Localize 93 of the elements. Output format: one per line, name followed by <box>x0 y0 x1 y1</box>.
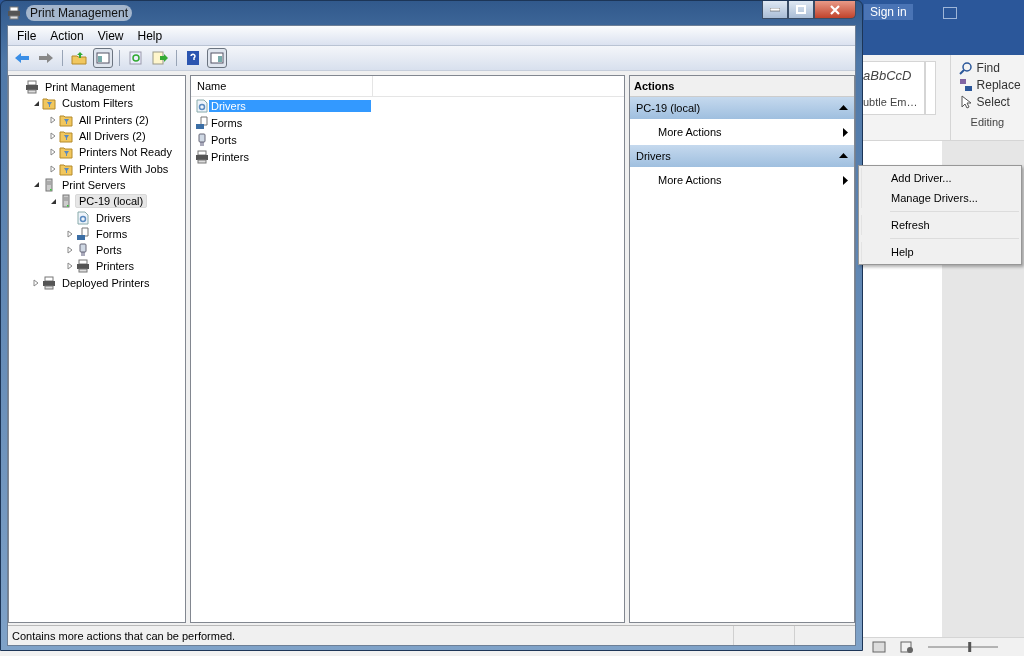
refresh-icon <box>129 51 143 65</box>
zoom-slider[interactable] <box>928 641 998 653</box>
pane-title: Actions <box>630 76 854 97</box>
filter-folder-icon <box>59 129 73 144</box>
action-item[interactable]: More Actions <box>630 167 854 193</box>
menu-item[interactable]: File <box>10 28 44 43</box>
printer-icon <box>7 6 21 20</box>
show-tree-button[interactable] <box>93 48 113 68</box>
sign-in-button[interactable]: Sign in <box>864 4 913 20</box>
menu-item[interactable]: Refresh <box>861 215 1019 235</box>
print-layout-icon[interactable] <box>872 641 886 653</box>
collapse-arrow-icon[interactable] <box>839 153 848 159</box>
list-item[interactable]: Printers <box>209 150 371 163</box>
maximize-button[interactable] <box>788 1 814 19</box>
minimize-button[interactable] <box>762 1 788 19</box>
menu-item[interactable]: Add Driver... <box>861 168 1019 188</box>
export-button[interactable] <box>150 48 170 68</box>
replace-icon <box>958 78 973 92</box>
section-header[interactable]: PC-19 (local) <box>630 97 854 119</box>
close-button[interactable] <box>814 1 856 19</box>
menu-item[interactable]: Help <box>130 28 170 43</box>
tree-item[interactable]: All Drivers (2) <box>75 129 150 144</box>
slider-thumb[interactable] <box>968 642 972 652</box>
tree-item[interactable]: PC-19 (local) <box>75 194 148 209</box>
ribbon-button[interactable]: Select <box>958 95 1024 109</box>
forms-icon <box>76 226 90 241</box>
expanded-arrow-icon[interactable] <box>32 99 40 107</box>
tree-item[interactable]: Ports <box>92 243 126 258</box>
expanded-arrow-icon[interactable] <box>32 181 40 189</box>
export-icon <box>152 51 168 65</box>
ribbon-button[interactable]: Find <box>958 61 1024 75</box>
forms-icon <box>195 115 209 130</box>
plug-icon <box>76 243 90 258</box>
help-icon <box>186 50 200 66</box>
group-label: Editing <box>969 116 1006 128</box>
server-icon <box>59 194 73 209</box>
style-preview: ubtle Em… <box>863 95 919 108</box>
column-header[interactable]: Name <box>191 76 373 96</box>
menu-item[interactable]: Manage Drivers... <box>861 188 1019 208</box>
tree-item[interactable]: All Printers (2) <box>75 112 153 127</box>
submenu-arrow-icon <box>843 127 848 137</box>
filter-folder-icon <box>42 96 56 111</box>
ribbon-button[interactable]: Replace <box>958 78 1024 92</box>
collapse-arrow-icon[interactable] <box>839 105 848 111</box>
show-action-pane-button[interactable] <box>207 48 227 68</box>
folder-up-icon <box>71 51 87 65</box>
action-item[interactable]: More Actions <box>630 119 854 145</box>
style-preview: aBbCcD <box>863 68 913 84</box>
filter-folder-icon <box>59 112 73 127</box>
forward-arrow-icon <box>38 52 54 64</box>
list-item[interactable]: Forms <box>209 116 371 129</box>
list-item[interactable]: Ports <box>209 133 371 146</box>
tree-item[interactable]: Custom Filters <box>58 96 137 111</box>
tree-item[interactable]: Drivers <box>92 210 135 225</box>
status-text: Contains more actions that can be performed. <box>11 629 237 642</box>
minimize-icon <box>770 7 780 12</box>
expanded-arrow-icon[interactable] <box>49 197 57 205</box>
collapsed-arrow-icon[interactable] <box>33 278 39 287</box>
close-icon <box>830 4 840 15</box>
menu-item[interactable]: Action <box>43 28 91 43</box>
section-title: PC-19 (local) <box>636 102 701 114</box>
section-header[interactable]: Drivers <box>630 145 854 167</box>
plug-icon <box>195 132 209 147</box>
printer-icon <box>42 275 56 290</box>
menu-item[interactable]: Help <box>861 242 1019 262</box>
filter-folder-icon <box>59 145 73 160</box>
printer-icon <box>76 259 90 274</box>
window-title: Print Management <box>26 5 133 21</box>
tree-item[interactable]: Printers With Jobs <box>75 161 173 176</box>
section-title: Drivers <box>636 150 671 162</box>
filter-folder-icon <box>59 161 73 176</box>
submenu-arrow-icon <box>843 175 848 185</box>
document-gear-icon <box>76 210 90 225</box>
tree-item[interactable]: Print Servers <box>58 177 130 192</box>
menu-item[interactable]: View <box>90 28 131 43</box>
printer-icon <box>25 80 39 95</box>
tree-item[interactable]: Printers Not Ready <box>75 145 176 160</box>
tree-item[interactable]: Forms <box>92 226 132 241</box>
ribbon-display-icon[interactable] <box>942 7 957 19</box>
printer-icon <box>195 149 209 164</box>
styles-gallery[interactable]: aBbCcD ubtle Em… <box>862 61 926 115</box>
tree-item[interactable]: Print Management <box>41 80 139 95</box>
maximize-icon <box>796 5 806 14</box>
cursor-icon <box>958 95 973 109</box>
document-gear-icon <box>195 98 209 113</box>
server-icon <box>42 177 56 192</box>
pane-right-icon <box>210 52 224 64</box>
pane-left-icon <box>96 52 110 64</box>
web-layout-icon[interactable] <box>900 641 914 653</box>
tree-item[interactable]: Deployed Printers <box>58 275 154 290</box>
search-icon <box>958 61 973 75</box>
back-arrow-icon <box>14 52 30 64</box>
tree-item[interactable]: Printers <box>92 259 138 274</box>
